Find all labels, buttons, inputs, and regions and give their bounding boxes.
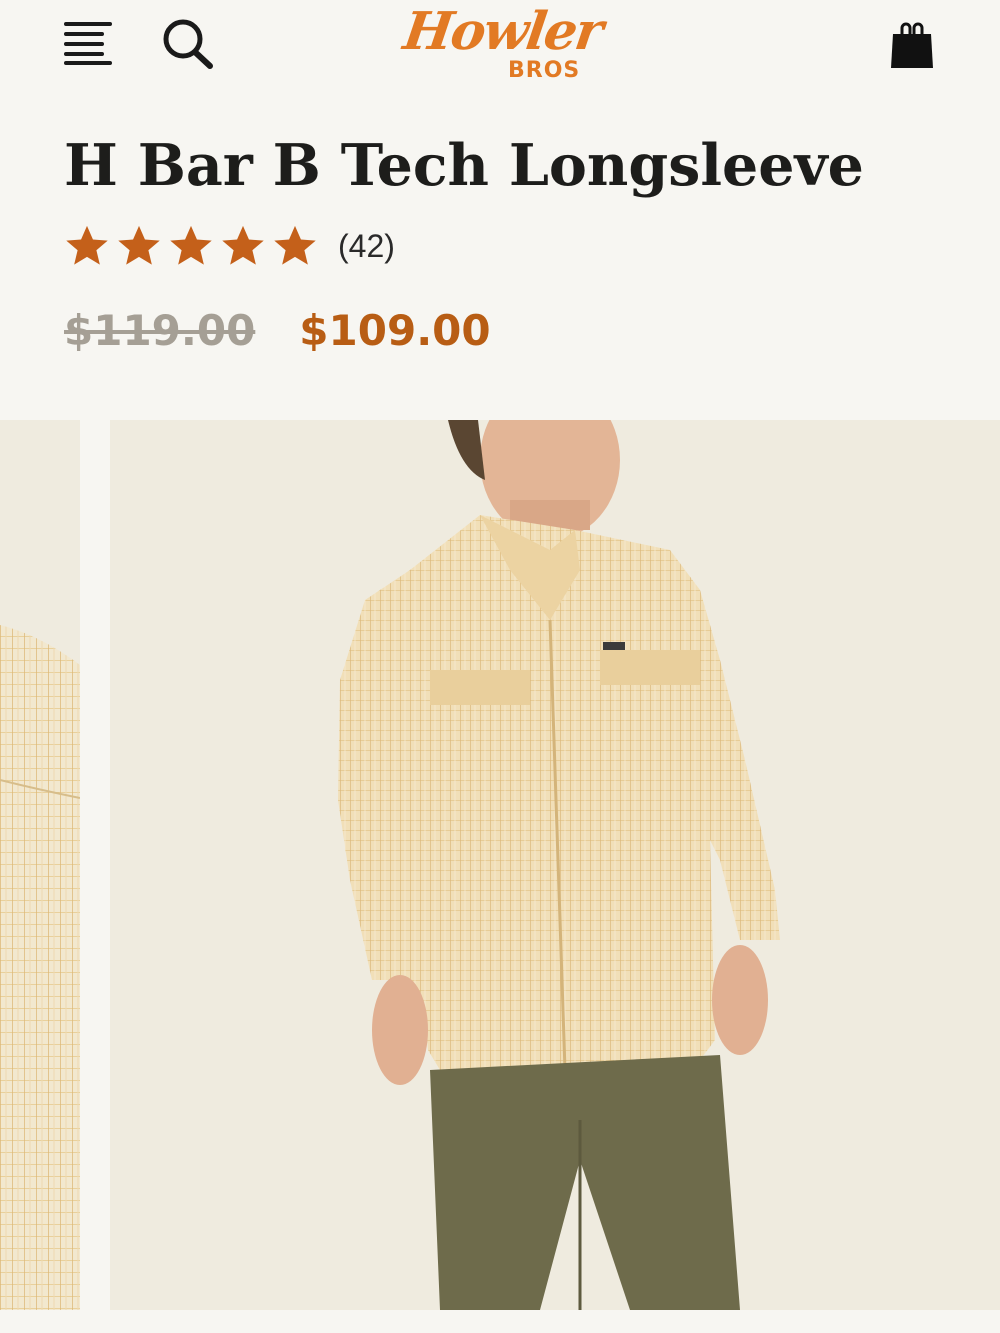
model-wearing-shirt-image bbox=[338, 420, 780, 1310]
search-icon bbox=[163, 19, 213, 69]
original-price: $119.00 bbox=[64, 305, 256, 355]
menu-button[interactable] bbox=[64, 22, 114, 66]
star-icon bbox=[274, 225, 316, 265]
star-icon bbox=[118, 225, 160, 265]
star-icon bbox=[66, 225, 108, 265]
star-icon bbox=[222, 225, 264, 265]
product-title: H Bar B Tech Longsleeve bbox=[64, 132, 864, 199]
shirt-detail-image bbox=[0, 625, 80, 1310]
search-button[interactable] bbox=[160, 18, 216, 70]
site-header: Howler BROS bbox=[0, 0, 1000, 110]
logo-script-text: Howler bbox=[399, 1, 606, 62]
review-count[interactable]: (42) bbox=[338, 228, 395, 265]
price-block: $119.00 $109.00 bbox=[64, 300, 491, 360]
main-product-image[interactable] bbox=[110, 420, 1000, 1310]
sale-price: $109.00 bbox=[299, 305, 491, 355]
rating-stars bbox=[64, 223, 318, 269]
logo-bros-text: BROS bbox=[508, 58, 581, 83]
brand-logo[interactable]: Howler BROS bbox=[398, 1, 605, 90]
previous-product-image[interactable] bbox=[0, 420, 80, 1310]
product-image-gallery[interactable] bbox=[0, 420, 1000, 1310]
shopping-bag-icon bbox=[891, 22, 933, 68]
cart-button[interactable] bbox=[886, 20, 936, 72]
product-rating[interactable]: (42) bbox=[64, 220, 395, 272]
star-icon bbox=[170, 225, 212, 265]
